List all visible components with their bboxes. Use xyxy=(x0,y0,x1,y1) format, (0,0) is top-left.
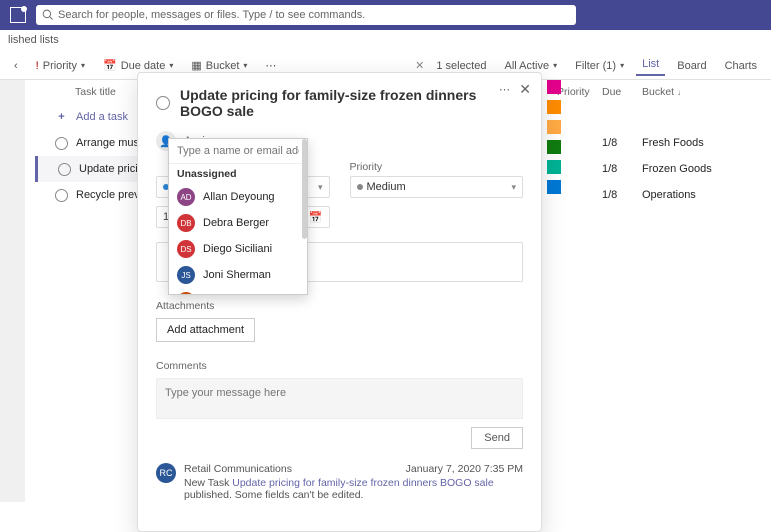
col-bucket: Bucket ↓ xyxy=(636,86,771,98)
clear-selection-icon[interactable]: ✕ xyxy=(415,59,424,72)
activity-date: January 7, 2020 7:35 PM xyxy=(406,463,523,475)
send-button[interactable]: Send xyxy=(471,427,523,449)
person-name: Allan Deyoung xyxy=(203,191,275,203)
complete-toggle[interactable] xyxy=(55,189,68,202)
complete-toggle[interactable] xyxy=(55,137,68,150)
search-icon xyxy=(42,9,54,21)
assignee-picker: UnassignedADAllan DeyoungDBDebra BergerD… xyxy=(168,138,308,295)
assignee-search-input[interactable] xyxy=(169,139,307,164)
compose-icon[interactable] xyxy=(10,7,26,23)
view-list[interactable]: List xyxy=(636,56,665,76)
comment-textarea[interactable] xyxy=(165,387,514,407)
complete-toggle[interactable] xyxy=(156,96,170,110)
category-color[interactable] xyxy=(547,140,561,154)
person-avatar: DB xyxy=(177,214,195,232)
comments-label: Comments xyxy=(156,360,523,372)
person-avatar: JM xyxy=(177,292,195,294)
add-attachment-button[interactable]: Add attachment xyxy=(156,318,255,342)
category-color[interactable] xyxy=(547,80,561,94)
left-rail xyxy=(0,80,25,502)
priority-filter[interactable]: ! Priority ▾ xyxy=(30,58,91,74)
task-row-meta: 1/8Fresh Foods xyxy=(551,130,771,156)
view-charts[interactable]: Charts xyxy=(719,58,763,74)
calendar-icon: 📅 xyxy=(309,211,323,224)
priority-label: Priority xyxy=(350,161,524,173)
filter-count[interactable]: Filter (1) ▾ xyxy=(569,58,630,74)
picker-person-row[interactable]: JS Joni Sherman xyxy=(169,262,307,288)
picker-person-row[interactable]: DB Debra Berger xyxy=(169,210,307,236)
attachments-label: Attachments xyxy=(156,300,523,312)
person-name: Diego Siciliani xyxy=(203,243,272,255)
breadcrumb: lished lists xyxy=(0,30,771,52)
person-avatar: AD xyxy=(177,188,195,206)
task-title: Update pricing for family-size frozen di… xyxy=(180,87,523,119)
close-icon[interactable]: ✕ xyxy=(519,81,531,98)
task-row-meta: 1/8Frozen Goods xyxy=(551,156,771,182)
category-color[interactable] xyxy=(547,160,561,174)
activity-author: Retail Communications xyxy=(184,463,292,475)
category-color[interactable] xyxy=(547,180,561,194)
category-color[interactable] xyxy=(547,120,561,134)
activity-message: New Task Update pricing for family-size … xyxy=(184,477,523,501)
activity-entry: RC Retail Communications January 7, 2020… xyxy=(156,463,523,501)
picker-group-label: Unassigned xyxy=(169,164,307,184)
task-row-meta: 1/8Operations xyxy=(551,182,771,208)
person-avatar: JS xyxy=(177,266,195,284)
person-name: Debra Berger xyxy=(203,217,269,229)
view-board[interactable]: Board xyxy=(671,58,712,74)
person-name: Joni Sherman xyxy=(203,269,271,281)
category-colors xyxy=(547,80,561,200)
picker-person-row[interactable]: DS Diego Siciliani xyxy=(169,236,307,262)
search-input[interactable]: Search for people, messages or files. Ty… xyxy=(36,5,576,25)
picker-person-row[interactable]: AD Allan Deyoung xyxy=(169,184,307,210)
activity-avatar: RC xyxy=(156,463,176,483)
app-topbar: Search for people, messages or files. Ty… xyxy=(0,0,771,30)
card-more-icon[interactable]: ⋯ xyxy=(499,83,511,96)
back-chevron-icon[interactable]: ‹ xyxy=(8,58,24,74)
task-columns: Priority Due Bucket ↓ 1/8Fresh Foods 1/8… xyxy=(551,80,771,208)
category-color[interactable] xyxy=(547,100,561,114)
col-due: Due xyxy=(596,86,636,98)
scrollbar[interactable] xyxy=(302,164,307,239)
comment-input[interactable] xyxy=(156,378,523,419)
picker-person-row[interactable]: JMJordan Miller xyxy=(169,288,307,294)
search-placeholder: Search for people, messages or files. Ty… xyxy=(58,9,365,21)
priority-select[interactable]: Medium▾ xyxy=(350,176,524,198)
complete-toggle[interactable] xyxy=(58,163,71,176)
person-avatar: DS xyxy=(177,240,195,258)
